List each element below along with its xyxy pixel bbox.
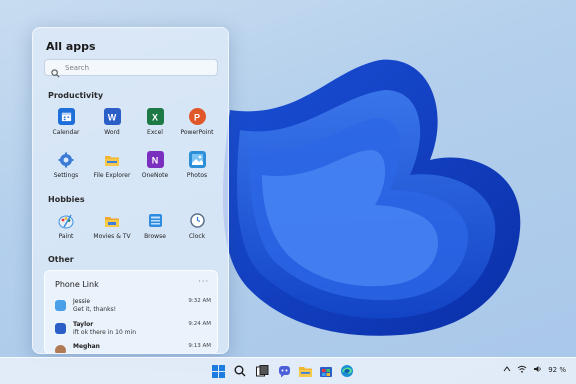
app-label: Calendar	[52, 129, 80, 136]
windows-start-icon[interactable]	[210, 363, 226, 379]
app-label: PowerPoint	[180, 129, 214, 136]
message-item[interactable]: Taylor ift ok there in 10 min 9:24 AM	[55, 321, 211, 341]
file-explorer-icon[interactable]	[297, 363, 313, 379]
search-icon	[51, 63, 60, 78]
app-label: Paint	[58, 233, 74, 240]
app-clock[interactable]: Clock	[174, 212, 220, 240]
app-label: OneNote	[141, 172, 169, 179]
app-label: Photos	[186, 172, 208, 179]
clock-icon	[189, 212, 206, 229]
app-paint[interactable]: Paint	[43, 212, 89, 240]
app-excel[interactable]: X Excel	[132, 108, 178, 136]
avatar	[55, 345, 66, 353]
app-movies-tv[interactable]: Movies & TV	[89, 212, 135, 240]
excel-icon: X	[146, 108, 164, 125]
word-icon: W	[103, 108, 121, 125]
app-photos[interactable]: Photos	[174, 151, 220, 179]
powerpoint-icon: P	[188, 108, 206, 125]
message-time: 9:13 AM	[188, 343, 211, 349]
search-box[interactable]: Search	[44, 59, 218, 78]
search-placeholder: Search	[65, 63, 90, 72]
app-word[interactable]: W Word	[89, 108, 135, 136]
message-sender: Jessie	[73, 298, 91, 305]
app-label: Word	[104, 129, 120, 136]
avatar	[55, 323, 66, 334]
section-hobbies: Hobbies	[48, 195, 85, 204]
app-calendar[interactable]: Calendar	[43, 108, 89, 136]
svg-text:X: X	[152, 112, 158, 122]
message-item[interactable]: Meghan 9:13 AM	[55, 343, 211, 353]
message-sender: Meghan	[73, 343, 100, 350]
browse-icon	[147, 212, 164, 229]
app-onenote[interactable]: N OneNote	[132, 151, 178, 179]
svg-text:P: P	[194, 112, 200, 122]
system-tray[interactable]: 92 %	[503, 365, 566, 375]
message-time: 9:32 AM	[188, 298, 211, 304]
message-time: 9:24 AM	[188, 321, 211, 327]
onenote-icon: N	[146, 151, 164, 168]
phone-link-card[interactable]: Phone Link ··· Jessie Get it, thanks! 9:…	[44, 270, 218, 353]
message-text: ift ok there in 10 min	[73, 329, 136, 336]
search-icon[interactable]	[232, 363, 248, 379]
avatar	[55, 300, 66, 311]
chat-icon[interactable]	[276, 363, 292, 379]
edge-icon[interactable]	[339, 363, 355, 379]
gear-icon	[58, 151, 75, 168]
battery-level[interactable]: 92 %	[548, 366, 566, 374]
start-menu: All apps Search Productivity Calendar W …	[32, 27, 229, 354]
chevron-up-icon[interactable]	[503, 366, 511, 374]
message-text: Get it, thanks!	[73, 306, 117, 313]
taskbar: 92 %	[0, 357, 576, 384]
phone-link-title: Phone Link	[55, 280, 99, 289]
section-other: Other	[48, 255, 74, 264]
start-menu-title: All apps	[46, 40, 96, 53]
movies-icon	[104, 212, 121, 229]
svg-text:N: N	[152, 155, 159, 165]
app-powerpoint[interactable]: P PowerPoint	[174, 108, 220, 136]
more-options-icon[interactable]: ···	[198, 277, 209, 286]
svg-text:W: W	[108, 112, 117, 122]
section-productivity: Productivity	[48, 91, 104, 100]
app-label: Browse	[144, 233, 166, 240]
app-label: File Explorer	[93, 172, 131, 179]
message-item[interactable]: Jessie Get it, thanks! 9:32 AM	[55, 298, 211, 318]
paint-icon	[58, 212, 75, 229]
store-icon[interactable]	[318, 363, 334, 379]
app-label: Movies & TV	[93, 233, 131, 240]
message-sender: Taylor	[73, 321, 94, 328]
task-view-icon[interactable]	[254, 363, 270, 379]
app-browse[interactable]: Browse	[132, 212, 178, 240]
app-settings[interactable]: Settings	[43, 151, 89, 179]
app-label: Excel	[147, 129, 163, 136]
folder-icon	[104, 151, 121, 168]
app-label: Settings	[53, 172, 79, 179]
calendar-icon	[57, 108, 75, 125]
app-label: Clock	[188, 233, 206, 240]
volume-icon[interactable]	[533, 365, 542, 375]
app-file-explorer[interactable]: File Explorer	[89, 151, 135, 179]
wifi-icon[interactable]	[517, 365, 527, 375]
photos-icon	[188, 151, 206, 168]
